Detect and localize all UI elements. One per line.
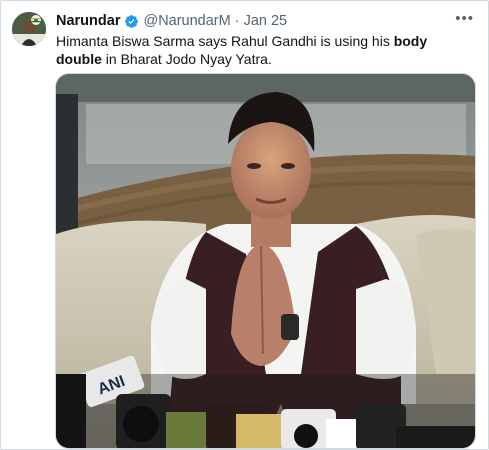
separator-dot: ·	[234, 13, 240, 29]
avatar[interactable]	[12, 12, 46, 46]
press-conference-photo: ANI	[56, 74, 475, 448]
tweet-header: Narundar @NarundarM · Jan 25	[56, 12, 472, 30]
tweet-text-part2: in Bharat Jodo Nyay Yatra.	[101, 51, 272, 67]
tweet-card: Narundar @NarundarM · Jan 25 ••• Himanta…	[0, 0, 489, 450]
tweet-text: Himanta Biswa Sarma says Rahul Gandhi is…	[56, 32, 466, 68]
avatar-image	[12, 12, 46, 46]
verified-badge-icon	[124, 14, 139, 29]
author-handle[interactable]: @NarundarM	[143, 13, 230, 29]
more-options-icon[interactable]: •••	[455, 10, 474, 27]
tweet-text-part1: Himanta Biswa Sarma says Rahul Gandhi is…	[56, 33, 394, 49]
author-name[interactable]: Narundar	[56, 13, 120, 29]
tweet-media-photo[interactable]: ANI	[55, 73, 476, 449]
tweet-date[interactable]: Jan 25	[244, 13, 288, 29]
